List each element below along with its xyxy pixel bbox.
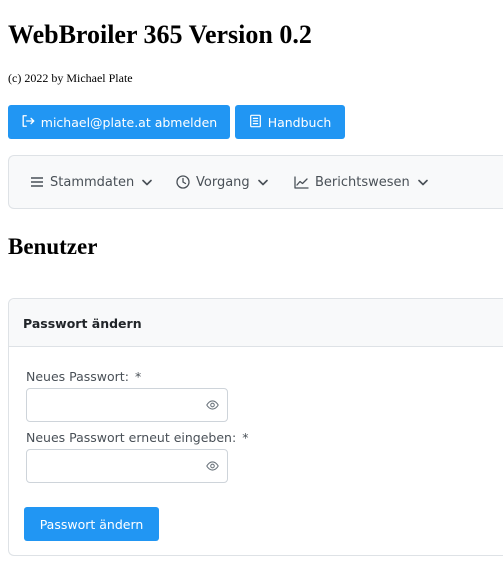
chevron-down-icon [417,179,428,186]
chevron-down-icon [142,179,153,186]
new-password-label-text: Neues Passwort: [26,369,129,384]
required-marker: * [242,430,249,445]
book-icon [249,114,268,131]
card-header: Passwort ändern [9,299,503,347]
repeat-password-label: Neues Passwort erneut eingeben: * [26,430,248,445]
clock-icon [176,175,190,189]
menu-item-label: Vorgang [196,174,250,190]
card-header-title: Passwort ändern [23,316,142,331]
menu-item-stammdaten[interactable]: Stammdaten [30,156,153,208]
eye-icon[interactable] [206,400,219,410]
repeat-password-field-wrapper [26,449,228,483]
chevron-down-icon [257,179,268,186]
hamburger-icon [30,176,44,188]
change-password-button[interactable]: Passwort ändern [24,507,159,541]
manual-button-label: Handbuch [267,114,332,130]
logout-icon [21,114,41,131]
new-password-label: Neues Passwort: * [26,369,141,384]
main-menu-bar: Stammdaten Vorgang Berichtswesen [8,155,503,209]
eye-icon[interactable] [206,461,219,471]
menu-item-label: Stammdaten [50,174,135,190]
chart-line-icon [294,175,309,189]
logout-button-label: michael@plate.at abmelden [40,114,218,130]
manual-button[interactable]: Handbuch [235,105,345,139]
menu-item-vorgang[interactable]: Vorgang [176,156,268,208]
page-title: Benutzer [8,234,98,259]
menu-item-berichtswesen[interactable]: Berichtswesen [294,156,428,208]
new-password-field-wrapper [26,388,228,422]
repeat-password-label-text: Neues Passwort erneut eingeben: [26,430,237,445]
repeat-password-input[interactable] [27,450,197,482]
app-title: WebBroiler 365 Version 0.2 [8,20,312,49]
new-password-input[interactable] [27,389,197,421]
change-password-card: Passwort ändern Neues Passwort: * Neues P… [8,298,503,556]
copyright-text: (c) 2022 by Michael Plate [8,71,133,85]
logout-button[interactable]: michael@plate.at abmelden [8,105,230,139]
menu-item-label: Berichtswesen [315,174,410,190]
required-marker: * [134,369,142,384]
